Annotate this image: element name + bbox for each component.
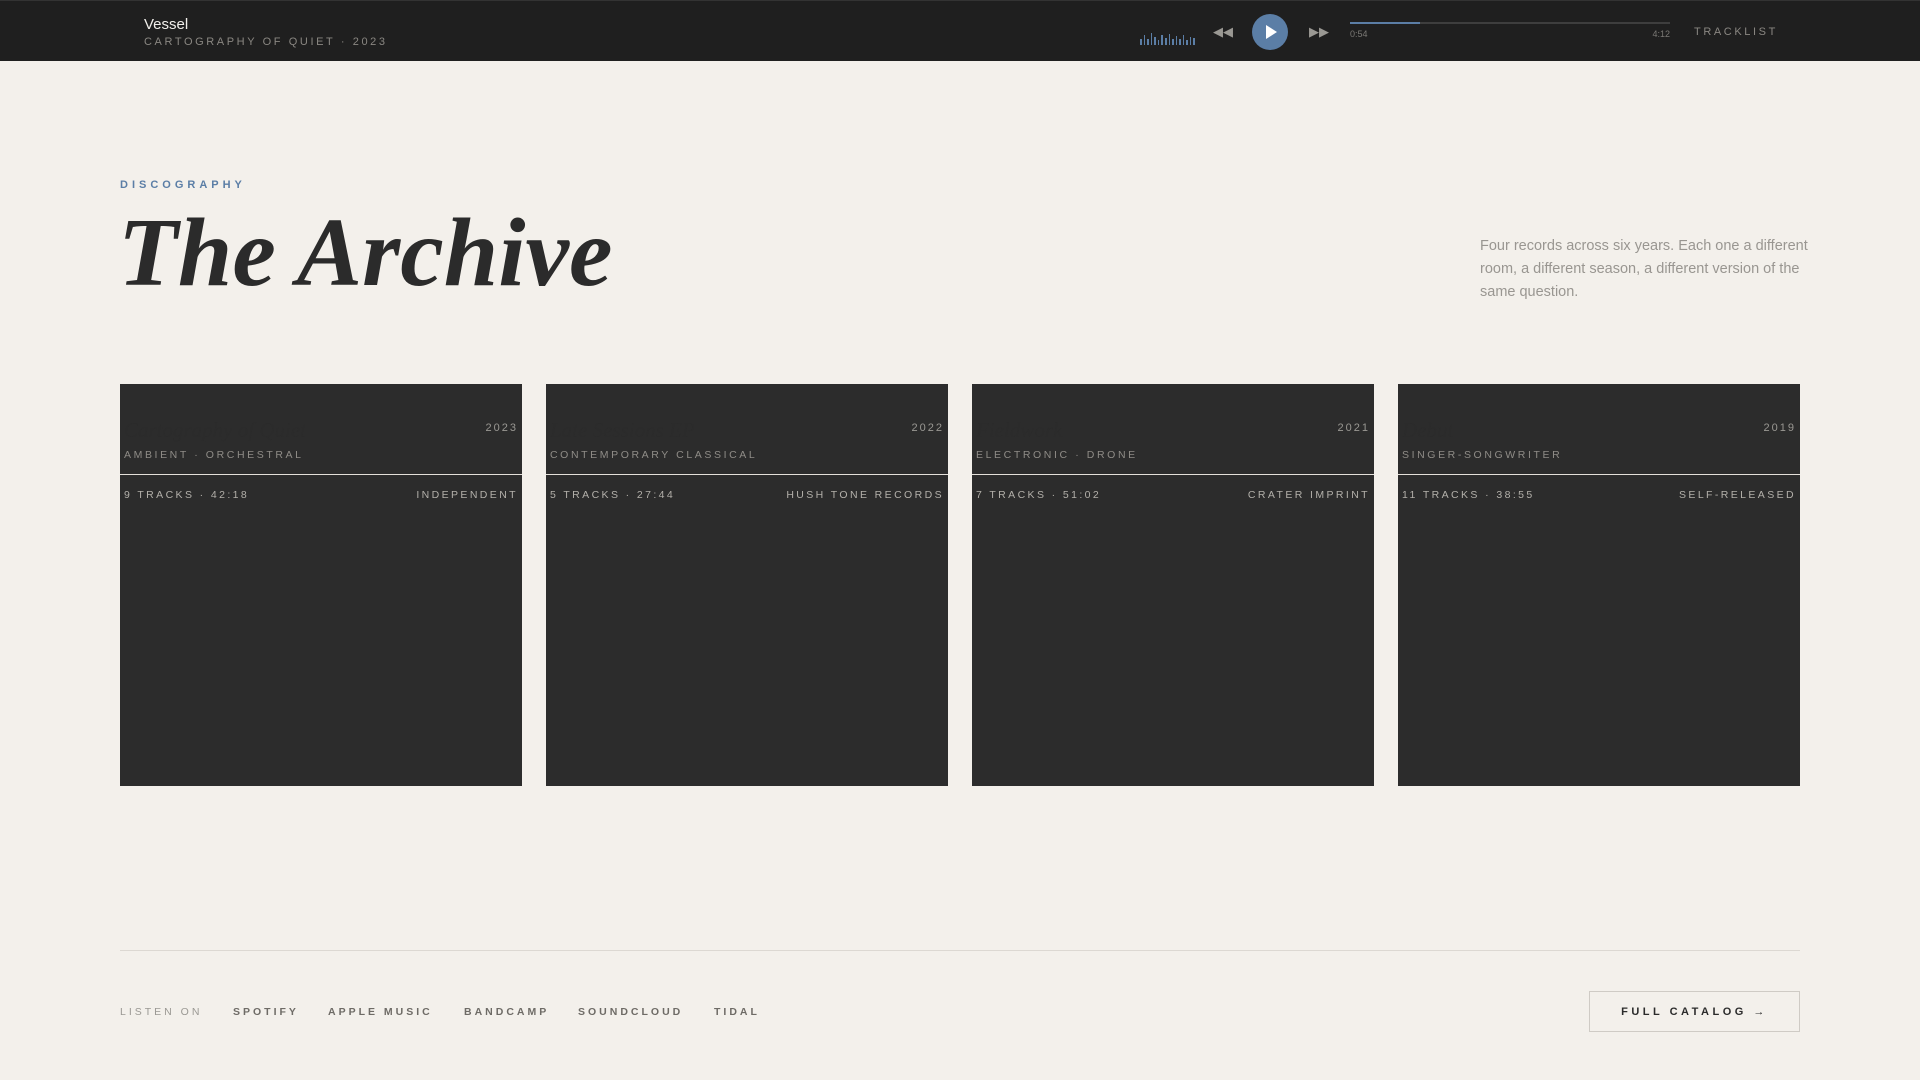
equalizer-bar <box>1179 39 1181 45</box>
time-current: 0:54 <box>1350 29 1368 39</box>
equalizer-bar <box>1157 40 1160 45</box>
equalizer-bar <box>1172 39 1174 45</box>
now-playing-album: CARTOGRAPHY OF QUIET · 2023 <box>144 36 388 48</box>
album-card[interactable] <box>120 384 522 786</box>
equalizer-icon <box>1140 27 1195 45</box>
equalizer-bar <box>1189 37 1192 45</box>
spotify-link[interactable]: SPOTIFY <box>233 1006 299 1018</box>
album-cover[interactable] <box>1398 384 1800 786</box>
apple-music-link[interactable]: APPLE MUSIC <box>328 1006 433 1018</box>
album-card[interactable] <box>1398 384 1800 786</box>
previous-track-icon[interactable]: ◀◀ <box>1213 25 1233 38</box>
album-card[interactable] <box>972 384 1374 786</box>
full-catalog-label: FULL CATALOG → <box>1621 1006 1768 1018</box>
equalizer-bar <box>1154 37 1156 45</box>
equalizer-bar <box>1147 39 1149 45</box>
equalizer-bar <box>1175 36 1178 45</box>
progress-fill <box>1350 22 1421 24</box>
tracklist-link[interactable]: TRACKLIST <box>1694 26 1778 38</box>
next-track-icon[interactable]: ▶▶ <box>1309 25 1329 38</box>
soundcloud-link[interactable]: SOUNDCLOUD <box>578 1006 683 1018</box>
equalizer-bar <box>1150 33 1153 45</box>
album-cover[interactable] <box>972 384 1374 786</box>
equalizer-bar <box>1161 35 1163 45</box>
listen-on-label: LISTEN ON <box>120 1006 203 1018</box>
intro-text: Four records across six years. Each one … <box>1480 238 1808 300</box>
now-playing-bar: Vessel CARTOGRAPHY OF QUIET · 2023 ◀◀ ▶▶… <box>0 0 1920 61</box>
tidal-link[interactable]: TIDAL <box>714 1006 760 1018</box>
equalizer-bar <box>1143 35 1146 45</box>
album-card[interactable] <box>546 384 948 786</box>
now-playing-title[interactable]: Vessel <box>144 16 188 33</box>
album-cover[interactable] <box>120 384 522 786</box>
equalizer-bar <box>1168 34 1171 45</box>
page-title: The Archive <box>118 199 613 307</box>
equalizer-bar <box>1164 38 1167 45</box>
equalizer-bar <box>1140 39 1142 45</box>
section-eyebrow: DISCOGRAPHY <box>120 179 246 191</box>
bandcamp-link[interactable]: BANDCAMP <box>464 1006 549 1018</box>
equalizer-bar <box>1193 38 1195 45</box>
play-button[interactable] <box>1252 14 1288 50</box>
equalizer-bar <box>1186 40 1188 45</box>
progress-bar[interactable] <box>1350 22 1670 24</box>
album-cover[interactable] <box>546 384 948 786</box>
footer-divider <box>120 950 1800 951</box>
full-catalog-button[interactable]: FULL CATALOG → <box>1589 991 1800 1032</box>
time-total: 4:12 <box>1652 29 1670 39</box>
play-icon <box>1266 25 1277 39</box>
equalizer-bar <box>1182 35 1185 45</box>
